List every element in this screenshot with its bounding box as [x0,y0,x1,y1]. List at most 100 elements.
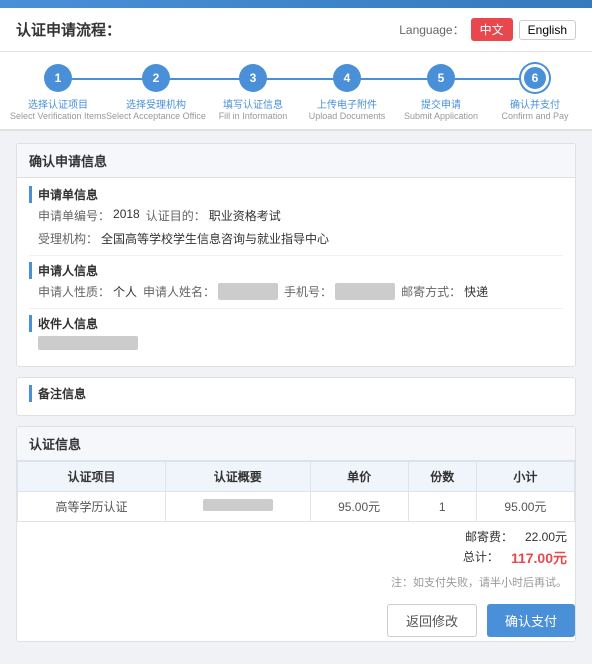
col-qty: 份数 [408,462,476,492]
step-4-circle: 4 [333,64,361,92]
col-subtotal: 小计 [476,462,574,492]
note-text: 注：如支付失败，请半小时后再试。 [17,574,575,596]
office-item: 受理机构： 全国高等学校学生信息咨询与就业指导中心 [38,230,329,247]
step-1: 1 选择认证项目 Select Verification Items [10,64,106,121]
action-bar: 返回修改 确认支付 [17,596,575,641]
remark-section: 备注信息 [16,377,576,416]
step-6-en: Confirm and Pay [501,111,568,121]
main-content: 确认申请信息 申请单信息 申请单编号： 2018 认证目的： 职业资格考试 受理… [0,131,592,664]
confirm-section-body: 申请单信息 申请单编号： 2018 认证目的： 职业资格考试 受理机构： 全国高… [17,178,575,366]
step-2-labels: 选择受理机构 Select Acceptance Office [106,96,206,121]
applicant-type-item: 申请人性质： 个人 [38,283,137,300]
lang-cn-button[interactable]: 中文 [471,18,513,41]
row-qty: 1 [408,492,476,522]
row-price: 95.00元 [310,492,408,522]
applicant-info-group: 申请人信息 申请人性质： 个人 申请人姓名： 手机号： [29,262,563,300]
confirm-section: 确认申请信息 申请单信息 申请单编号： 2018 认证目的： 职业资格考试 受理… [16,143,576,367]
step-1-en: Select Verification Items [10,111,106,121]
applicant-name-value [218,283,278,300]
steps-container: 1 选择认证项目 Select Verification Items 2 选择受… [10,64,582,121]
step-3-labels: 填写认证信息 Fill in Information [219,96,288,121]
order-no-item: 申请单编号： 2018 [38,207,140,224]
step-1-cn: 选择认证项目 [10,96,106,111]
postage-label: 邮寄费： [465,528,513,545]
col-summary: 认证概要 [165,462,310,492]
step-4-labels: 上传电子附件 Upload Documents [309,96,386,121]
office-value: 全国高等学校学生信息咨询与就业指导中心 [101,230,329,247]
fee-summary: 邮寄费： 22.00元 总计： 117.00元 [17,522,575,574]
cert-type-item: 认证目的： 职业资格考试 [146,207,281,224]
step-3-circle: 3 [239,64,267,92]
top-header [0,0,592,8]
row-summary [165,492,310,522]
delivery-label: 邮寄方式： [401,283,461,300]
step-4-en: Upload Documents [309,111,386,121]
step-1-circle: 1 [44,64,72,92]
back-button[interactable]: 返回修改 [387,604,477,637]
application-info-group: 申请单信息 申请单编号： 2018 认证目的： 职业资格考试 受理机构： 全国高… [29,186,563,247]
step-5-cn: 提交申请 [404,96,478,111]
order-no-value: 2018 [113,207,140,224]
step-5-labels: 提交申请 Submit Application [404,96,478,121]
cert-type-label: 认证目的： [146,207,206,224]
row-subtotal: 95.00元 [476,492,574,522]
applicant-type-value: 个人 [113,283,137,300]
page-title-bar: 认证申请流程： Language： 中文 English [0,8,592,52]
cert-type-value: 职业资格考试 [209,207,281,224]
step-5: 5 提交申请 Submit Application [394,64,488,121]
row-item: 高等学历认证 [18,492,166,522]
applicant-name-label: 申请人姓名： [143,283,215,300]
postage-value: 22.00元 [525,528,567,545]
lang-en-button[interactable]: English [519,20,576,40]
step-3: 3 填写认证信息 Fill in Information [206,64,300,121]
cert-table: 认证项目 认证概要 单价 份数 小计 高等学历认证 95.00元 1 95.00… [17,461,575,522]
confirm-section-header: 确认申请信息 [17,144,575,178]
step-6-circle: 6 [521,64,549,92]
application-info-title: 申请单信息 [29,186,563,203]
delivery-value: 快递 [464,283,488,300]
order-no-label: 申请单编号： [38,207,110,224]
step-3-cn: 填写认证信息 [219,96,288,111]
recipient-info-row [38,336,563,350]
divider-2 [29,308,563,309]
remark-title: 备注信息 [29,385,563,402]
cert-table-header-row: 认证项目 认证概要 单价 份数 小计 [18,462,575,492]
total-label: 总计： [463,548,499,568]
col-item: 认证项目 [18,462,166,492]
language-label: Language： [399,21,464,38]
recipient-info-group: 收件人信息 [29,315,563,350]
steps-bar: 1 选择认证项目 Select Verification Items 2 选择受… [0,52,592,131]
col-price: 单价 [310,462,408,492]
step-4-cn: 上传电子附件 [309,96,386,111]
language-bar: Language： 中文 English [399,18,576,41]
delivery-item: 邮寄方式： 快递 [401,283,488,300]
total-value: 117.00元 [511,548,567,568]
phone-label: 手机号： [284,283,332,300]
step-2: 2 选择受理机构 Select Acceptance Office [106,64,206,121]
phone-item: 手机号： [284,283,395,300]
step-3-en: Fill in Information [219,111,288,121]
total-row: 总计： 117.00元 [463,548,567,568]
divider-1 [29,255,563,256]
step-2-en: Select Acceptance Office [106,111,206,121]
phone-value [335,283,395,300]
step-5-circle: 5 [427,64,455,92]
step-6-cn: 确认并支付 [501,96,568,111]
postage-row: 邮寄费： 22.00元 [465,528,567,545]
cert-info-section: 认证信息 认证项目 认证概要 单价 份数 小计 高等学历认证 [16,426,576,642]
step-6: 6 确认并支付 Confirm and Pay [488,64,582,121]
cert-info-title: 认证信息 [17,427,575,461]
recipient-info-title: 收件人信息 [29,315,563,332]
step-2-circle: 2 [142,64,170,92]
page-title: 认证申请流程： [16,19,121,40]
applicant-name-item: 申请人姓名： [143,283,278,300]
step-1-labels: 选择认证项目 Select Verification Items [10,96,106,121]
application-info-row: 申请单编号： 2018 认证目的： 职业资格考试 受理机构： 全国高等学校学生信… [38,207,563,247]
applicant-type-label: 申请人性质： [38,283,110,300]
office-label: 受理机构： [38,230,98,247]
table-row: 高等学历认证 95.00元 1 95.00元 [18,492,575,522]
recipient-address [38,336,138,350]
confirm-button[interactable]: 确认支付 [487,604,575,637]
step-5-en: Submit Application [404,111,478,121]
step-4: 4 上传电子附件 Upload Documents [300,64,394,121]
